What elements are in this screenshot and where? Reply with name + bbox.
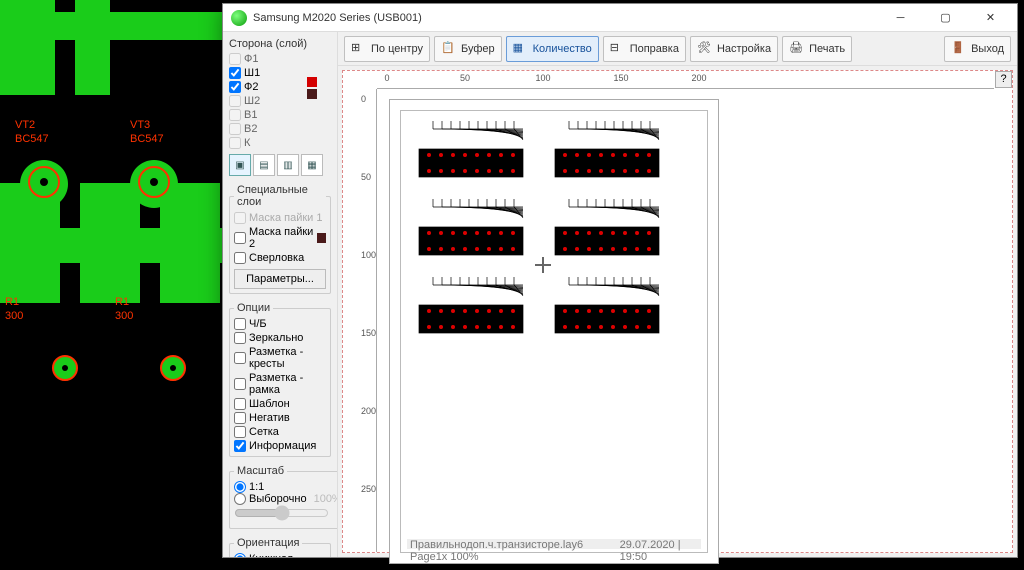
center-icon: ⊞: [351, 41, 367, 57]
negative-checkbox[interactable]: [234, 412, 246, 424]
center-button[interactable]: ⊞По центру: [344, 36, 430, 62]
tile: [551, 119, 663, 181]
layer-sh1-checkbox[interactable]: [229, 67, 241, 79]
info-checkbox[interactable]: [234, 440, 246, 452]
maximize-button[interactable]: ▢: [923, 5, 968, 31]
scale-slider: [234, 505, 329, 521]
correction-icon: ⊟: [610, 41, 626, 57]
layer-v1-checkbox: [229, 109, 241, 121]
scale-group: Масштаб 1:1 Выборочно100%: [229, 465, 338, 529]
pcb-background: VT2BC547 VT3BC547 R1300 R1300: [0, 0, 222, 570]
preview-canvas[interactable]: ? 050100150200 050100150200250: [342, 70, 1013, 553]
scale-custom-radio[interactable]: [234, 493, 246, 505]
window-title: Samsung M2020 Series (USB001): [253, 12, 878, 24]
help-button[interactable]: ?: [995, 71, 1012, 88]
orient-portrait-radio[interactable]: [234, 553, 246, 557]
marks-frame-checkbox[interactable]: [234, 378, 246, 390]
layer-sh2-checkbox: [229, 95, 241, 107]
tile: [551, 197, 663, 259]
print-dialog: Samsung M2020 Series (USB001) ─ ▢ ✕ Стор…: [222, 3, 1018, 558]
minimize-button[interactable]: ─: [878, 5, 923, 31]
titlebar: Samsung M2020 Series (USB001) ─ ▢ ✕: [223, 4, 1017, 32]
grid-checkbox[interactable]: [234, 426, 246, 438]
buffer-icon: 📋: [441, 41, 457, 57]
layer-color-swatch: [307, 89, 317, 99]
layer-f1-checkbox: [229, 53, 241, 65]
tile: [551, 275, 663, 337]
rotate-90-button[interactable]: ▤: [253, 154, 275, 176]
rotate-270-button[interactable]: ▦: [301, 154, 323, 176]
ruler-vertical: 050100150200250: [359, 89, 377, 552]
tile: [415, 275, 527, 337]
tile: [415, 119, 527, 181]
rotation-toolbar: ▣ ▤ ▥ ▦: [229, 154, 331, 176]
rotate-0-button[interactable]: ▣: [229, 154, 251, 176]
layer-color-swatch: [307, 77, 317, 87]
template-checkbox[interactable]: [234, 398, 246, 410]
orientation-group: Ориентация Книжная Альбомная: [229, 537, 331, 557]
tile: [415, 197, 527, 259]
marks-cross-checkbox[interactable]: [234, 352, 246, 364]
layer-k-checkbox: [229, 137, 241, 149]
count-button[interactable]: ▦Количество: [506, 36, 599, 62]
layer-f2-checkbox[interactable]: [229, 81, 241, 93]
mirror-checkbox[interactable]: [234, 332, 246, 344]
count-icon: ▦: [513, 41, 529, 57]
special-layers-group: Специальные слои Маска пайки 1 Маска пай…: [229, 184, 331, 294]
setup-button[interactable]: 🛠Настройка: [690, 36, 778, 62]
main-panel: ⊞По центру 📋Буфер ▦Количество ⊟Поправка …: [338, 32, 1017, 557]
close-button[interactable]: ✕: [968, 5, 1013, 31]
page-footer: Правильнодоп.ч.транзисторе.lay6 Page1x 1…: [407, 539, 701, 549]
parameters-button[interactable]: Параметры...: [234, 269, 326, 289]
sidebar: Сторона (слой) Ф1Ш1Ф2Ш2В1В2К ▣ ▤ ▥ ▦ Спе…: [223, 32, 338, 557]
print-button[interactable]: 🖨Печать: [782, 36, 852, 62]
exit-button[interactable]: 🚪Выход: [944, 36, 1011, 62]
solder-mask-2-checkbox[interactable]: [234, 232, 246, 244]
options-group: Опции Ч/Б Зеркально Разметка - кресты Ра…: [229, 302, 331, 457]
page-inner: Правильнодоп.ч.транзисторе.lay6 Page1x 1…: [400, 110, 708, 553]
drill-checkbox[interactable]: [234, 252, 246, 264]
cursor-crosshair: [535, 257, 551, 273]
ruler-horizontal: 050100150200: [377, 71, 994, 89]
layers-title: Сторона (слой): [229, 38, 331, 50]
correction-button[interactable]: ⊟Поправка: [603, 36, 686, 62]
layer-v2-checkbox: [229, 123, 241, 135]
buffer-button[interactable]: 📋Буфер: [434, 36, 502, 62]
print-icon: 🖨: [789, 41, 805, 57]
rotate-180-button[interactable]: ▥: [277, 154, 299, 176]
setup-icon: 🛠: [697, 41, 713, 57]
app-icon: [231, 10, 247, 26]
solder-mask-1-checkbox: [234, 212, 246, 224]
scale-11-radio[interactable]: [234, 481, 246, 493]
print-page: Правильнодоп.ч.транзисторе.lay6 Page1x 1…: [389, 99, 719, 564]
toolbar: ⊞По центру 📋Буфер ▦Количество ⊟Поправка …: [338, 32, 1017, 66]
bw-checkbox[interactable]: [234, 318, 246, 330]
exit-icon: 🚪: [951, 41, 967, 57]
